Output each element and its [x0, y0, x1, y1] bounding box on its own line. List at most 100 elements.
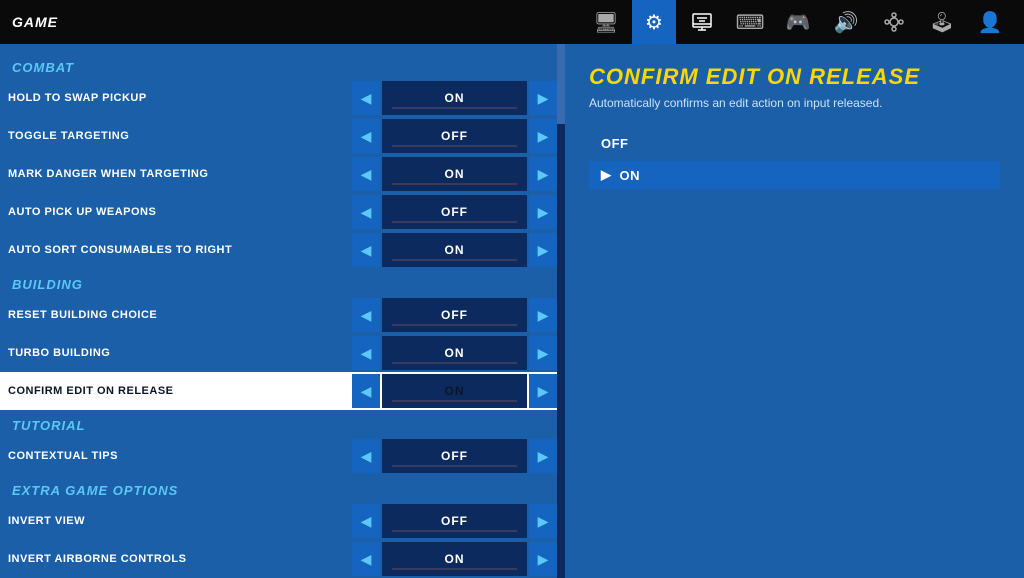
- left-arrow-invert-view[interactable]: ◀: [352, 504, 380, 538]
- toggle-control-reset-building: ◀ OFF ▶: [352, 298, 557, 332]
- value-text-turbo-building: ON: [445, 346, 465, 360]
- value-box-confirm-edit: ON: [382, 374, 527, 408]
- underline-contextual-tips: [392, 465, 517, 467]
- value-box-mark-danger: ON: [382, 157, 527, 191]
- setting-label-invert-airborne: INVERT AIRBORNE CONTROLS: [8, 553, 352, 565]
- right-arrow-hold-to-swap[interactable]: ▶: [529, 81, 557, 115]
- value-box-invert-view: OFF: [382, 504, 527, 538]
- setting-row-invert-view[interactable]: INVERT VIEW ◀ OFF ▶: [0, 502, 565, 540]
- left-arrow-turbo-building[interactable]: ◀: [352, 336, 380, 370]
- setting-row-contextual-tips[interactable]: CONTEXTUAL TIPS ◀ OFF ▶: [0, 437, 565, 475]
- underline-invert-airborne: [392, 568, 517, 570]
- gamepad-icon[interactable]: 🕹: [920, 0, 964, 44]
- toggle-control-toggle-targeting: ◀ OFF ▶: [352, 119, 557, 153]
- left-arrow-confirm-edit[interactable]: ◀: [352, 374, 380, 408]
- right-arrow-mark-danger[interactable]: ▶: [529, 157, 557, 191]
- option-on[interactable]: ▶ ON: [589, 161, 1000, 189]
- right-arrow-confirm-edit[interactable]: ▶: [529, 374, 557, 408]
- left-arrow-invert-airborne[interactable]: ◀: [352, 542, 380, 576]
- top-nav: GAME 🖥 ⚙ ⌨ 🎮 🔊: [0, 0, 1024, 44]
- value-text-auto-sort: ON: [445, 243, 465, 257]
- value-box-invert-airborne: ON: [382, 542, 527, 576]
- setting-label-mark-danger: MARK DANGER WHEN TARGETING: [8, 168, 352, 180]
- setting-row-confirm-edit[interactable]: CONFIRM EDIT ON RELEASE ◀ ON ▶: [0, 372, 565, 410]
- right-arrow-invert-airborne[interactable]: ▶: [529, 542, 557, 576]
- setting-label-confirm-edit: CONFIRM EDIT ON RELEASE: [8, 385, 352, 397]
- value-text-contextual-tips: OFF: [441, 449, 468, 463]
- toggle-control-invert-view: ◀ OFF ▶: [352, 504, 557, 538]
- toggle-control-turbo-building: ◀ ON ▶: [352, 336, 557, 370]
- value-box-reset-building: OFF: [382, 298, 527, 332]
- value-text-auto-pick-up: OFF: [441, 205, 468, 219]
- setting-label-invert-view: INVERT VIEW: [8, 515, 352, 527]
- setting-row-invert-airborne[interactable]: INVERT AIRBORNE CONTROLS ◀ ON ▶: [0, 540, 565, 578]
- keyboard-icon[interactable]: ⌨: [728, 0, 772, 44]
- setting-label-auto-sort: AUTO SORT CONSUMABLES TO RIGHT: [8, 244, 352, 256]
- option-selected-arrow: ▶: [601, 167, 612, 183]
- toggle-control-auto-sort: ◀ ON ▶: [352, 233, 557, 267]
- underline-hold-to-swap: [392, 107, 517, 109]
- setting-row-mark-danger[interactable]: MARK DANGER WHEN TARGETING ◀ ON ▶: [0, 155, 565, 193]
- value-text-invert-view: OFF: [441, 514, 468, 528]
- right-arrow-toggle-targeting[interactable]: ▶: [529, 119, 557, 153]
- setting-row-toggle-targeting[interactable]: TOGGLE TARGETING ◀ OFF ▶: [0, 117, 565, 155]
- value-text-mark-danger: ON: [445, 167, 465, 181]
- value-box-auto-pick-up: OFF: [382, 195, 527, 229]
- setting-row-auto-sort[interactable]: AUTO SORT CONSUMABLES TO RIGHT ◀ ON ▶: [0, 231, 565, 269]
- underline-mark-danger: [392, 183, 517, 185]
- value-text-invert-airborne: ON: [445, 552, 465, 566]
- setting-row-auto-pick-up[interactable]: AUTO PICK UP WEAPONS ◀ OFF ▶: [0, 193, 565, 231]
- main-content: COMBAT HOLD TO SWAP PICKUP ◀ ON ▶ TOGGLE…: [0, 44, 1024, 578]
- setting-label-turbo-building: TURBO BUILDING: [8, 347, 352, 359]
- toggle-control-hold-to-swap: ◀ ON ▶: [352, 81, 557, 115]
- value-box-toggle-targeting: OFF: [382, 119, 527, 153]
- setting-row-hold-to-swap[interactable]: HOLD TO SWAP PICKUP ◀ ON ▶: [0, 79, 565, 117]
- option-off[interactable]: OFF: [589, 130, 1000, 157]
- left-arrow-reset-building[interactable]: ◀: [352, 298, 380, 332]
- option-label-off: OFF: [601, 136, 629, 151]
- gear-icon[interactable]: ⚙: [632, 0, 676, 44]
- setting-row-reset-building[interactable]: RESET BUILDING CHOICE ◀ OFF ▶: [0, 296, 565, 334]
- setting-label-toggle-targeting: TOGGLE TARGETING: [8, 130, 352, 142]
- value-text-hold-to-swap: ON: [445, 91, 465, 105]
- underline-auto-pick-up: [392, 221, 517, 223]
- right-arrow-auto-sort[interactable]: ▶: [529, 233, 557, 267]
- monitor-icon[interactable]: 🖥: [584, 0, 628, 44]
- toggle-control-auto-pick-up: ◀ OFF ▶: [352, 195, 557, 229]
- right-arrow-reset-building[interactable]: ▶: [529, 298, 557, 332]
- setting-row-turbo-building[interactable]: TURBO BUILDING ◀ ON ▶: [0, 334, 565, 372]
- section-header-extra: EXTRA GAME OPTIONS: [0, 475, 565, 502]
- left-arrow-auto-sort[interactable]: ◀: [352, 233, 380, 267]
- network-icon[interactable]: [872, 0, 916, 44]
- toggle-control-contextual-tips: ◀ OFF ▶: [352, 439, 557, 473]
- nav-icon-group: 🖥 ⚙ ⌨ 🎮 🔊: [584, 0, 1012, 44]
- left-arrow-hold-to-swap[interactable]: ◀: [352, 81, 380, 115]
- left-arrow-toggle-targeting[interactable]: ◀: [352, 119, 380, 153]
- left-arrow-mark-danger[interactable]: ◀: [352, 157, 380, 191]
- account-icon[interactable]: 👤: [968, 0, 1012, 44]
- option-label-on: ON: [620, 168, 641, 183]
- option-list: OFF ▶ ON: [589, 130, 1000, 189]
- right-arrow-invert-view[interactable]: ▶: [529, 504, 557, 538]
- section-header-tutorial: TUTORIAL: [0, 410, 565, 437]
- right-panel: CONFIRM EDIT ON RELEASE Automatically co…: [565, 44, 1024, 578]
- scrollbar-track[interactable]: [557, 44, 565, 578]
- right-arrow-contextual-tips[interactable]: ▶: [529, 439, 557, 473]
- detail-description: Automatically confirms an edit action on…: [589, 96, 1000, 110]
- scrollbar-thumb[interactable]: [557, 44, 565, 124]
- right-arrow-auto-pick-up[interactable]: ▶: [529, 195, 557, 229]
- underline-auto-sort: [392, 259, 517, 261]
- setting-label-contextual-tips: CONTEXTUAL TIPS: [8, 450, 352, 462]
- toggle-control-confirm-edit: ◀ ON ▶: [352, 374, 557, 408]
- underline-invert-view: [392, 530, 517, 532]
- audio-icon[interactable]: 🔊: [824, 0, 868, 44]
- value-box-auto-sort: ON: [382, 233, 527, 267]
- value-text-confirm-edit: ON: [445, 384, 465, 398]
- section-header-combat: COMBAT: [0, 52, 565, 79]
- left-arrow-auto-pick-up[interactable]: ◀: [352, 195, 380, 229]
- controller-circle-icon[interactable]: 🎮: [776, 0, 820, 44]
- value-text-toggle-targeting: OFF: [441, 129, 468, 143]
- right-arrow-turbo-building[interactable]: ▶: [529, 336, 557, 370]
- left-arrow-contextual-tips[interactable]: ◀: [352, 439, 380, 473]
- display-icon[interactable]: [680, 0, 724, 44]
